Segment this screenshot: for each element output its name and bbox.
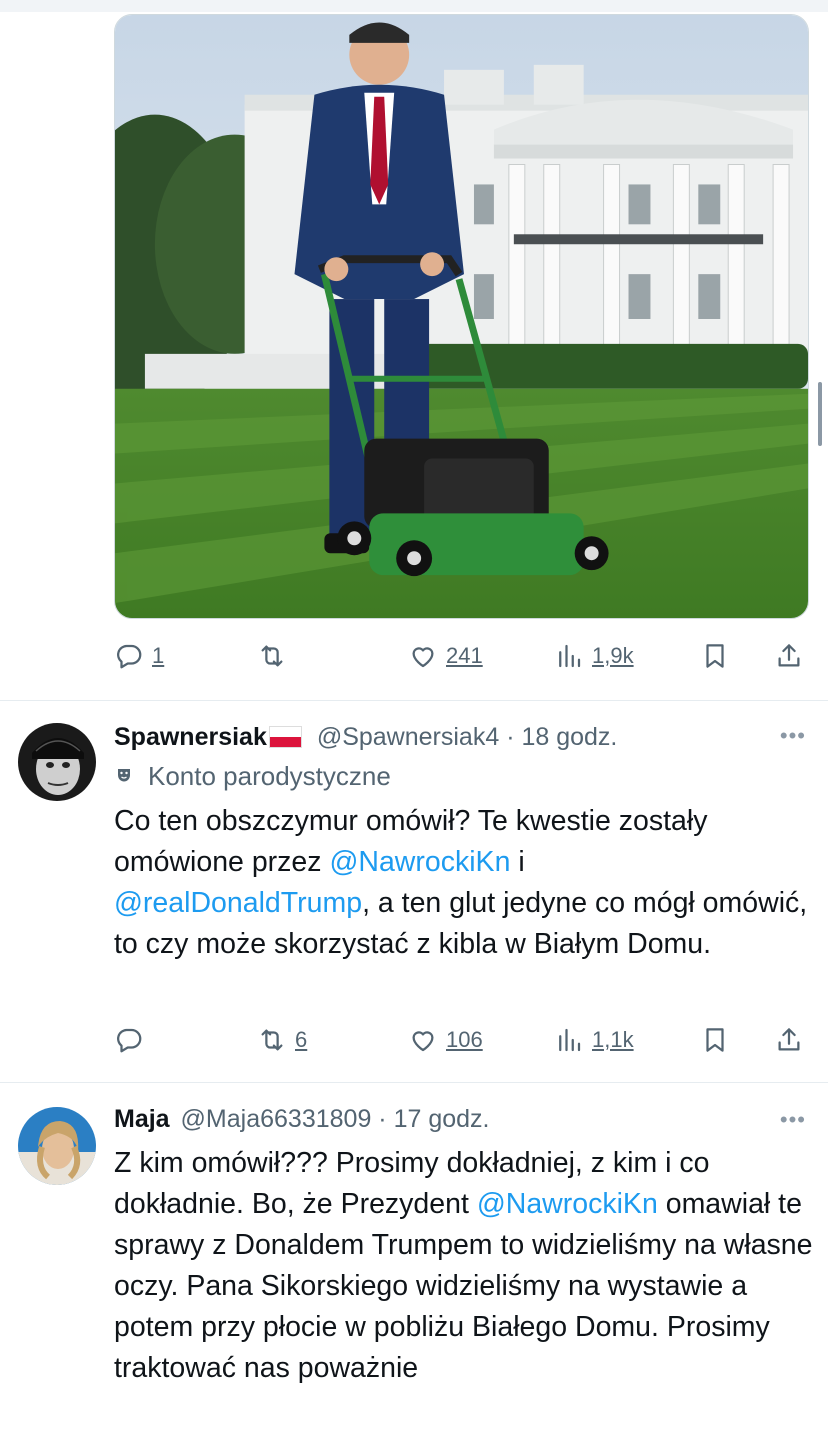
retweet-count: 6	[295, 1027, 308, 1052]
post-image[interactable]	[114, 14, 809, 619]
views-count: 1,9k	[592, 643, 634, 668]
poland-flag-icon	[268, 726, 302, 748]
retweet-button[interactable]: 6	[257, 1020, 307, 1060]
separator: ·	[378, 1105, 387, 1133]
reply-count: 1	[152, 643, 165, 668]
reply-action-bar: 6 106 1,1k	[0, 1020, 828, 1060]
like-button[interactable]: 106	[408, 1020, 483, 1060]
retweet-button[interactable]	[257, 636, 287, 676]
share-button[interactable]	[774, 636, 804, 676]
more-icon[interactable]: •••	[780, 1107, 806, 1133]
like-count: 241	[446, 643, 483, 668]
reply-button[interactable]: 1	[114, 636, 164, 676]
heart-icon	[412, 647, 434, 668]
views-button[interactable]: 1,1k	[554, 1020, 634, 1060]
views-button[interactable]: 1,9k	[554, 636, 634, 676]
views-icon	[559, 1028, 581, 1052]
user-handle[interactable]: @Spawnersiak4	[317, 723, 499, 751]
parody-badge: Konto parodystyczne	[114, 761, 391, 792]
mention-link[interactable]: @NawrockiKn	[329, 846, 510, 878]
display-name[interactable]: Spawnersiak	[114, 723, 267, 751]
like-count: 106	[446, 1027, 483, 1052]
views-icon	[559, 644, 581, 668]
separator: ·	[506, 723, 515, 751]
scrollbar[interactable]	[818, 382, 822, 446]
views-count: 1,1k	[592, 1027, 634, 1052]
reply-icon	[117, 1028, 142, 1053]
share-button[interactable]	[774, 1020, 804, 1060]
reply-tweet[interactable]: Maja @Maja66331809 · 17 godz. ••• Z kim …	[0, 1083, 828, 1441]
bookmark-icon	[706, 1028, 724, 1052]
avatar[interactable]	[18, 723, 96, 801]
post-action-bar: 1 241 1,9k	[0, 636, 828, 676]
reply-button[interactable]	[114, 1020, 144, 1060]
timestamp[interactable]: 18 godz.	[521, 723, 617, 751]
more-icon[interactable]: •••	[780, 723, 806, 749]
display-name[interactable]: Maja	[114, 1105, 170, 1133]
bookmark-button[interactable]	[700, 636, 730, 676]
reply-icon	[117, 644, 142, 669]
heart-icon	[412, 1031, 434, 1052]
text-segment: i	[510, 846, 525, 878]
tweet-header: Spawnersiak @Spawnersiak4 · 18 godz.	[114, 723, 617, 752]
retweet-icon	[261, 1029, 283, 1051]
user-handle[interactable]: @Maja66331809	[181, 1105, 372, 1133]
mask-icon	[118, 768, 130, 781]
avatar[interactable]	[18, 1107, 96, 1185]
like-button[interactable]: 241	[408, 636, 483, 676]
retweet-icon	[261, 645, 283, 667]
parody-label: Konto parodystyczne	[148, 761, 391, 791]
tweet-header: Maja @Maja66331809 · 17 godz.	[114, 1105, 490, 1134]
timestamp[interactable]: 17 godz.	[394, 1105, 490, 1133]
share-icon	[778, 644, 800, 667]
tweet-text: Co ten obszczymur omówił? Te kwestie zos…	[114, 801, 814, 965]
reply-tweet[interactable]: Spawnersiak @Spawnersiak4 · 18 godz. •••…	[0, 701, 828, 1081]
bookmark-icon	[706, 644, 724, 668]
top-edge	[0, 0, 828, 12]
share-icon	[778, 1028, 800, 1051]
mention-link[interactable]: @NawrockiKn	[477, 1188, 658, 1220]
bookmark-button[interactable]	[700, 1020, 730, 1060]
mention-link[interactable]: @realDonaldTrump	[114, 887, 362, 919]
tweet-text: Z kim omówił??? Prosimy dokładniej, z ki…	[114, 1143, 814, 1389]
